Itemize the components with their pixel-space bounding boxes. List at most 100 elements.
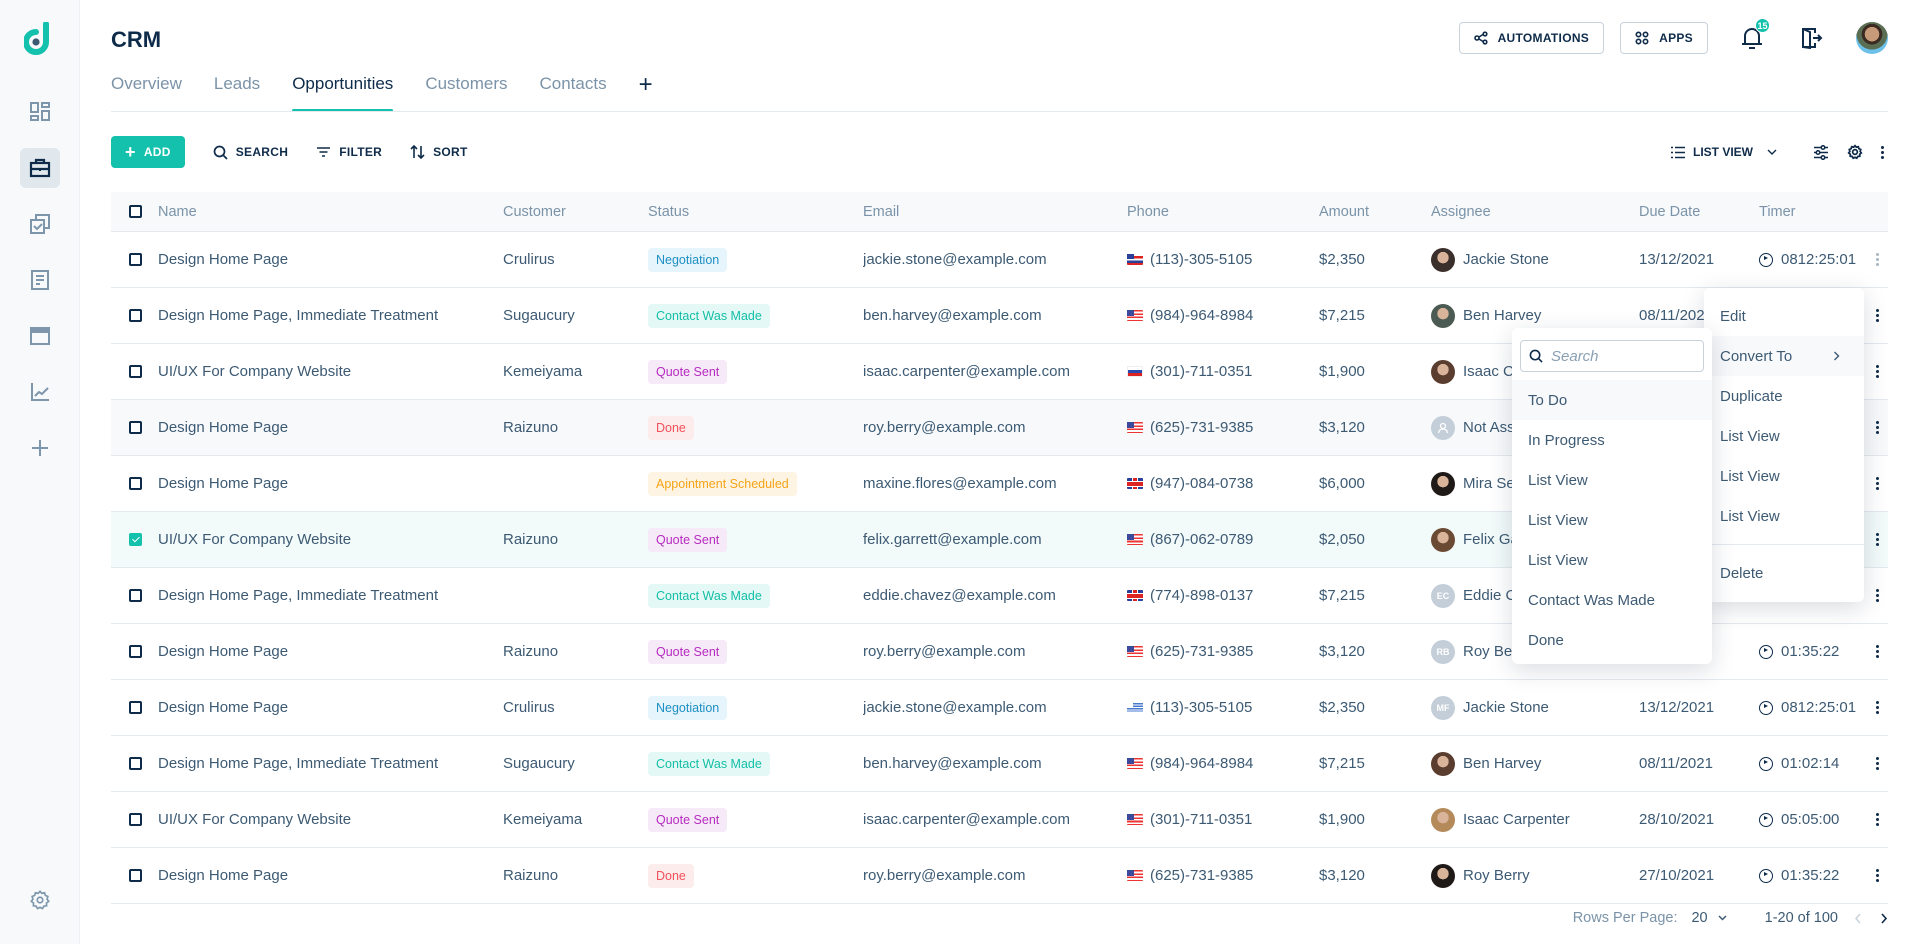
cell-name[interactable]: Design Home Page	[158, 251, 503, 268]
column-header-due-date[interactable]: Due Date	[1639, 204, 1759, 220]
row-checkbox[interactable]	[129, 253, 142, 266]
submenu-search[interactable]	[1520, 340, 1704, 372]
column-header-assignee[interactable]: Assignee	[1431, 204, 1639, 220]
gear-icon[interactable]	[1847, 144, 1863, 160]
row-checkbox[interactable]	[129, 533, 142, 546]
logout-button[interactable]	[1796, 22, 1828, 54]
play-timer-icon[interactable]	[1759, 812, 1773, 827]
table-row[interactable]: Design Home Page Crulirus Negotiation ja…	[111, 680, 1888, 736]
row-checkbox[interactable]	[129, 701, 142, 714]
cell-name[interactable]: Design Home Page	[158, 419, 503, 436]
submenu-item-to-do[interactable]: To Do	[1512, 380, 1712, 420]
row-checkbox[interactable]	[129, 757, 142, 770]
row-more-icon[interactable]	[1876, 421, 1879, 434]
cell-name[interactable]: Design Home Page	[158, 867, 503, 884]
submenu-item-list-view[interactable]: List View	[1512, 500, 1712, 540]
row-checkbox[interactable]	[129, 589, 142, 602]
column-header-phone[interactable]: Phone	[1127, 204, 1319, 220]
cell-name[interactable]: Design Home Page	[158, 643, 503, 660]
cell-name[interactable]: UI/UX For Company Website	[158, 531, 503, 548]
sidebar-item-reports[interactable]	[20, 372, 60, 412]
menu-item-duplicate[interactable]: Duplicate	[1704, 376, 1864, 416]
row-more-icon[interactable]	[1876, 253, 1879, 266]
row-more-icon[interactable]	[1876, 589, 1879, 602]
add-tab-button[interactable]: +	[639, 73, 653, 112]
cell-name[interactable]: Design Home Page	[158, 699, 503, 716]
menu-item-delete[interactable]: Delete	[1704, 553, 1864, 593]
submenu-item-contact-was-made[interactable]: Contact Was Made	[1512, 580, 1712, 620]
table-row[interactable]: Design Home Page Crulirus Negotiation ja…	[111, 232, 1888, 288]
cell-name[interactable]: Design Home Page	[158, 475, 503, 492]
submenu-item-list-view[interactable]: List View	[1512, 540, 1712, 580]
submenu-item-done[interactable]: Done	[1512, 620, 1712, 660]
cell-name[interactable]: Design Home Page, Immediate Treatment	[158, 307, 503, 324]
table-row[interactable]: Design Home Page Raizuno Done roy.berry@…	[111, 848, 1888, 904]
column-header-email[interactable]: Email	[863, 204, 1127, 220]
next-page-icon[interactable]	[1880, 912, 1888, 924]
menu-item-list-view[interactable]: List View	[1704, 456, 1864, 496]
sidebar-item-dashboard[interactable]	[20, 92, 60, 132]
submenu-item-list-view[interactable]: List View	[1512, 460, 1712, 500]
menu-item-convert-to[interactable]: Convert To	[1704, 336, 1864, 376]
row-checkbox[interactable]	[129, 869, 142, 882]
cell-name[interactable]: Design Home Page, Immediate Treatment	[158, 587, 503, 604]
row-more-icon[interactable]	[1876, 701, 1879, 714]
sidebar-item-opportunities[interactable]	[20, 148, 60, 188]
view-selector[interactable]: LIST VIEW	[1670, 145, 1777, 159]
cell-name[interactable]: UI/UX For Company Website	[158, 811, 503, 828]
table-row[interactable]: Design Home Page, Immediate Treatment Su…	[111, 736, 1888, 792]
sidebar-settings[interactable]	[20, 880, 60, 920]
search-button[interactable]: SEARCH	[213, 145, 288, 160]
row-more-icon[interactable]	[1876, 645, 1879, 658]
play-timer-icon[interactable]	[1759, 700, 1773, 715]
row-more-icon[interactable]	[1876, 757, 1879, 770]
tab-customers[interactable]: Customers	[425, 74, 507, 112]
sidebar-item-billing[interactable]	[20, 316, 60, 356]
row-more-icon[interactable]	[1876, 869, 1879, 882]
add-button[interactable]: + ADD	[111, 136, 185, 168]
row-more-icon[interactable]	[1876, 365, 1879, 378]
rows-per-page-select[interactable]: 20	[1691, 910, 1727, 926]
row-checkbox[interactable]	[129, 813, 142, 826]
table-row[interactable]: UI/UX For Company Website Kemeiyama Quot…	[111, 792, 1888, 848]
column-header-timer[interactable]: Timer	[1759, 204, 1867, 220]
play-timer-icon[interactable]	[1759, 756, 1773, 771]
sidebar-item-tasks[interactable]	[20, 204, 60, 244]
automations-button[interactable]: AUTOMATIONS	[1458, 22, 1605, 54]
row-checkbox[interactable]	[129, 309, 142, 322]
menu-item-edit[interactable]: Edit	[1704, 296, 1864, 336]
row-more-icon[interactable]	[1876, 477, 1879, 490]
sidebar-item-add[interactable]	[20, 428, 60, 468]
user-avatar[interactable]	[1856, 22, 1888, 54]
sliders-icon[interactable]	[1813, 144, 1829, 160]
row-more-icon[interactable]	[1876, 309, 1879, 322]
row-checkbox[interactable]	[129, 421, 142, 434]
submenu-item-in-progress[interactable]: In Progress	[1512, 420, 1712, 460]
cell-name[interactable]: Design Home Page, Immediate Treatment	[158, 755, 503, 772]
tab-contacts[interactable]: Contacts	[540, 74, 607, 112]
menu-item-list-view[interactable]: List View	[1704, 496, 1864, 536]
play-timer-icon[interactable]	[1759, 644, 1773, 659]
notifications-button[interactable]: 15	[1736, 18, 1770, 54]
tab-leads[interactable]: Leads	[214, 74, 260, 112]
column-header-status[interactable]: Status	[648, 204, 863, 220]
cell-name[interactable]: UI/UX For Company Website	[158, 363, 503, 380]
menu-item-list-view[interactable]: List View	[1704, 416, 1864, 456]
column-header-amount[interactable]: Amount	[1319, 204, 1431, 220]
column-header-name[interactable]: Name	[158, 204, 503, 220]
sidebar-item-documents[interactable]	[20, 260, 60, 300]
apps-button[interactable]: APPS	[1620, 22, 1708, 54]
sort-button[interactable]: SORT	[410, 145, 468, 159]
tab-overview[interactable]: Overview	[111, 74, 182, 112]
row-more-icon[interactable]	[1876, 813, 1879, 826]
more-options-icon[interactable]	[1881, 145, 1884, 159]
play-timer-icon[interactable]	[1759, 868, 1773, 883]
row-more-icon[interactable]	[1876, 533, 1879, 546]
play-timer-icon[interactable]	[1759, 252, 1773, 267]
tab-opportunities[interactable]: Opportunities	[292, 74, 394, 112]
select-all-checkbox[interactable]	[129, 205, 142, 218]
row-checkbox[interactable]	[129, 645, 142, 658]
prev-page-icon[interactable]	[1854, 913, 1862, 924]
filter-button[interactable]: FILTER	[316, 145, 382, 159]
column-header-customer[interactable]: Customer	[503, 204, 648, 220]
